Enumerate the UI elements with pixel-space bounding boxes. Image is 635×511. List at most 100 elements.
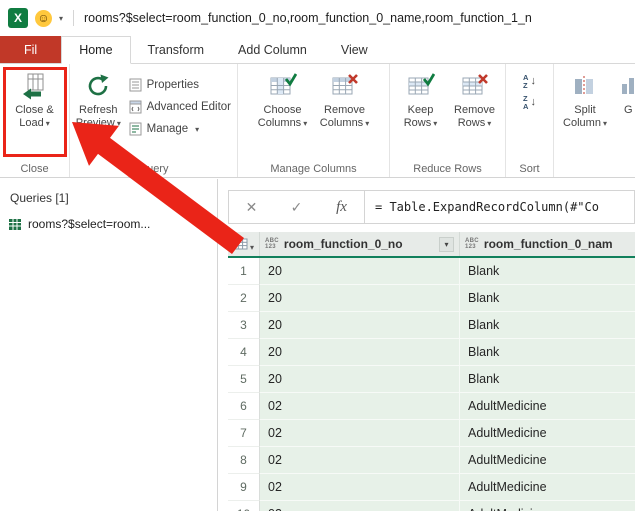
table-corner-icon	[233, 238, 248, 250]
grid-cell[interactable]: Blank	[460, 285, 635, 312]
grid-cell[interactable]: 02	[260, 501, 460, 511]
column-header-room-function-0-no[interactable]: ABC123 room_function_0_no ▾	[260, 232, 460, 256]
row-number-cell[interactable]: 7	[228, 420, 260, 447]
chevron-down-icon: ▾	[603, 119, 607, 128]
table-row: 5 20 Blank	[228, 366, 635, 393]
feedback-smiley-button[interactable]: ☺	[35, 10, 52, 27]
table-row: 6 02 AdultMedicine	[228, 393, 635, 420]
group-label-manage-columns: Manage Columns	[238, 163, 389, 175]
grid-cell[interactable]: AdultMedicine	[460, 447, 635, 474]
data-type-any-icon[interactable]: ABC123	[465, 238, 479, 250]
grid-cell[interactable]: 20	[260, 285, 460, 312]
grid-cell[interactable]: Blank	[460, 366, 635, 393]
grid-cell[interactable]: 20	[260, 258, 460, 285]
properties-button[interactable]: Properties	[125, 74, 235, 96]
chevron-down-icon: ▾	[365, 119, 369, 128]
grid-cell[interactable]: 20	[260, 312, 460, 339]
grid-cell[interactable]: AdultMedicine	[460, 393, 635, 420]
column-name: room_function_0_nam	[484, 237, 630, 251]
row-number-cell[interactable]: 2	[228, 285, 260, 312]
grid-cell[interactable]: 02	[260, 393, 460, 420]
tab-add-column[interactable]: Add Column	[221, 36, 324, 63]
remove-columns-button[interactable]: Remove Columns▾	[314, 64, 376, 130]
manage-button[interactable]: Manage ▾	[125, 118, 235, 140]
query-item-label: rooms?$select=room...	[28, 217, 150, 231]
advanced-editor-label: Advanced Editor	[147, 101, 231, 113]
query-list-item[interactable]: rooms?$select=room...	[0, 213, 217, 235]
chevron-down-icon: ▾	[250, 243, 254, 252]
grid-cell[interactable]: AdultMedicine	[460, 501, 635, 511]
group-by-button[interactable]: G	[614, 64, 635, 117]
formula-commit-button[interactable]: ✓	[274, 191, 319, 223]
split-column-button[interactable]: Split Column▾	[556, 64, 614, 130]
grid-cell[interactable]: 02	[260, 474, 460, 501]
ribbon: Close & Load▾ Close Refresh Preview▾	[0, 64, 635, 178]
ribbon-tab-strip: Fil Home Transform Add Column View	[0, 36, 635, 64]
group-label-close: Close	[0, 163, 69, 175]
advanced-editor-button[interactable]: Advanced Editor	[125, 96, 235, 118]
remove-columns-icon	[331, 72, 359, 100]
split-column-label-1: Split	[574, 104, 595, 117]
group-by-icon	[618, 72, 635, 100]
sort-descending-button[interactable]: ZA ↓	[523, 95, 536, 110]
row-number-cell[interactable]: 4	[228, 339, 260, 366]
data-type-any-icon[interactable]: ABC123	[265, 238, 279, 250]
choose-columns-label-1: Choose	[264, 104, 302, 117]
quick-access-chevron-down-icon[interactable]: ▾	[59, 14, 63, 23]
row-number-cell[interactable]: 1	[228, 258, 260, 285]
group-label-reduce-rows: Reduce Rows	[390, 163, 505, 175]
tab-view[interactable]: View	[324, 36, 385, 63]
grid-cell[interactable]: AdultMedicine	[460, 474, 635, 501]
tab-home[interactable]: Home	[61, 36, 130, 64]
sort-ascending-button[interactable]: AZ ↓	[523, 74, 536, 89]
grid-cell[interactable]: 02	[260, 447, 460, 474]
tab-file[interactable]: Fil	[0, 36, 61, 63]
row-number-cell[interactable]: 10	[228, 501, 260, 511]
grid-cell[interactable]: 20	[260, 366, 460, 393]
close-load-label-1: Close &	[15, 104, 54, 117]
table-row: 3 20 Blank	[228, 312, 635, 339]
row-number-cell[interactable]: 6	[228, 393, 260, 420]
refresh-preview-button[interactable]: Refresh Preview▾	[72, 64, 125, 130]
window-title: rooms?$select=room_function_0_no,room_fu…	[84, 11, 532, 25]
close-and-load-button[interactable]: Close & Load▾	[4, 64, 66, 130]
column-header-room-function-0-name[interactable]: ABC123 room_function_0_nam	[460, 232, 635, 256]
chevron-down-icon: ▾	[433, 119, 437, 128]
remove-rows-label-1: Remove	[454, 104, 495, 117]
keep-rows-button[interactable]: Keep Rows▾	[394, 64, 448, 130]
row-number-cell[interactable]: 5	[228, 366, 260, 393]
select-all-button[interactable]: ▾	[228, 232, 260, 256]
title-divider	[73, 10, 74, 26]
choose-columns-button[interactable]: Choose Columns▾	[252, 64, 314, 130]
formula-bar: ✕ ✓ fx = Table.ExpandRecordColumn(#"Co	[228, 190, 635, 224]
sort-down-arrow-icon: ↓	[530, 97, 536, 108]
keep-rows-icon	[407, 72, 435, 100]
grid-cell[interactable]: 02	[260, 420, 460, 447]
row-number-cell[interactable]: 9	[228, 474, 260, 501]
group-by-label-cut: G	[614, 104, 635, 117]
table-row: 7 02 AdultMedicine	[228, 420, 635, 447]
row-number-cell[interactable]: 3	[228, 312, 260, 339]
chevron-down-icon: ▾	[195, 125, 199, 134]
remove-rows-button[interactable]: Remove Rows▾	[448, 64, 502, 130]
grid-cell[interactable]: AdultMedicine	[460, 420, 635, 447]
formula-cancel-button[interactable]: ✕	[229, 191, 274, 223]
chevron-down-icon: ▾	[46, 119, 50, 128]
refresh-label-1: Refresh	[79, 104, 118, 117]
remove-columns-label-1: Remove	[324, 104, 365, 117]
formula-input[interactable]: = Table.ExpandRecordColumn(#"Co	[364, 191, 634, 223]
grid-cell[interactable]: Blank	[460, 339, 635, 366]
column-name: room_function_0_no	[284, 237, 434, 251]
formula-fx-button[interactable]: fx	[319, 191, 364, 223]
row-number-cell[interactable]: 8	[228, 447, 260, 474]
title-bar: X ☺ ▾ rooms?$select=room_function_0_no,r…	[0, 0, 635, 36]
grid-header-row: ▾ ABC123 room_function_0_no ▾ ABC123 roo…	[228, 232, 635, 258]
excel-logo-icon: X	[8, 8, 28, 28]
tab-transform[interactable]: Transform	[131, 36, 222, 63]
grid-cell[interactable]: 20	[260, 339, 460, 366]
grid-cell[interactable]: Blank	[460, 312, 635, 339]
properties-icon	[129, 78, 142, 92]
grid-cell[interactable]: Blank	[460, 258, 635, 285]
filter-dropdown-button[interactable]: ▾	[439, 237, 454, 252]
refresh-label-2: Preview▾	[76, 117, 121, 130]
